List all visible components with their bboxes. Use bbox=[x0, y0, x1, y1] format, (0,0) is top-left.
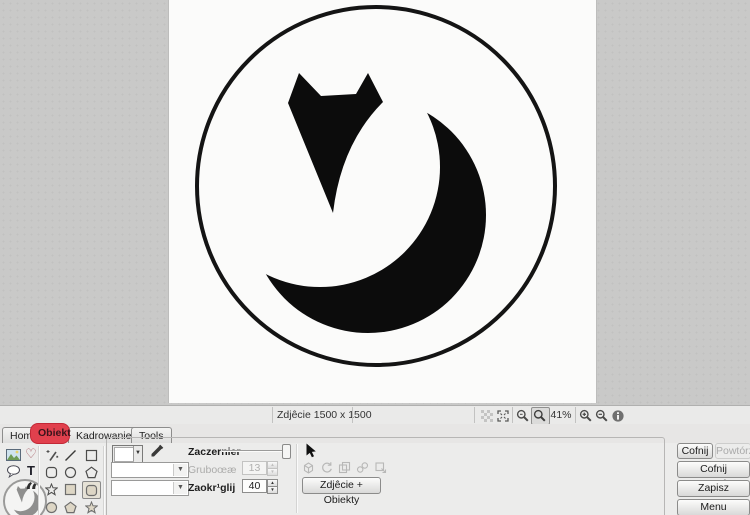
magic-wand-icon[interactable] bbox=[43, 447, 60, 463]
blacken-slider-thumb[interactable] bbox=[282, 444, 291, 459]
redo-button: Powtórz bbox=[715, 443, 750, 459]
star-filled-icon[interactable] bbox=[83, 499, 100, 515]
rounded-square-outline-icon[interactable] bbox=[43, 464, 60, 480]
heart-icon[interactable]: ♡ bbox=[23, 446, 39, 461]
image-canvas[interactable] bbox=[168, 0, 597, 403]
blacken-slider-track[interactable] bbox=[222, 450, 290, 451]
square-filled-icon[interactable] bbox=[62, 481, 79, 497]
zoom-actual-icon[interactable] bbox=[516, 409, 530, 423]
zoom-in-icon[interactable] bbox=[579, 409, 593, 423]
current-color-swatch bbox=[114, 447, 134, 462]
select-cursor-icon[interactable] bbox=[305, 443, 318, 458]
divider bbox=[103, 446, 104, 515]
duplicate-icon bbox=[338, 461, 351, 474]
circle-outline-icon[interactable] bbox=[62, 464, 79, 480]
zoom-out-icon[interactable] bbox=[595, 409, 609, 423]
chevron-down-icon: ▼ bbox=[173, 482, 187, 494]
circle-filled-icon[interactable] bbox=[43, 499, 60, 515]
eyedropper-icon[interactable] bbox=[149, 444, 164, 459]
speech-bubble-icon[interactable] bbox=[5, 464, 21, 478]
status-bar: Zdjêcie 1500 x 1500 41% bbox=[0, 405, 750, 426]
pentagon-outline-icon[interactable] bbox=[83, 464, 100, 480]
line-style-dropdown[interactable]: ▼ bbox=[111, 480, 189, 496]
round-value[interactable]: 40 bbox=[242, 479, 267, 493]
chevron-down-icon: ▼ bbox=[173, 464, 187, 476]
checkerboard-icon[interactable] bbox=[480, 409, 494, 423]
app-window: Zdjêcie 1500 x 1500 41% Home Obiekt Kadr… bbox=[0, 0, 750, 515]
divider bbox=[575, 407, 576, 423]
text-icon[interactable]: T bbox=[23, 463, 39, 478]
photo-plus-objects-button[interactable]: Zdjêcie + Obiekty bbox=[302, 477, 381, 506]
thickness-label: Gruboœæ bbox=[188, 464, 237, 476]
menu-button[interactable]: Menu bbox=[677, 499, 750, 515]
fill-style-dropdown[interactable]: ▼ bbox=[111, 462, 189, 478]
canvas-size-label: Zdjêcie 1500 x 1500 bbox=[277, 409, 372, 421]
photo-icon[interactable] bbox=[5, 448, 21, 462]
undo-button[interactable]: Cofnij bbox=[677, 443, 713, 459]
save-button[interactable]: Zapisz bbox=[677, 480, 750, 497]
blacken-label: Zaczernier bbox=[188, 446, 241, 458]
cat-moon-logo bbox=[195, 5, 557, 367]
rounded-square-filled-icon[interactable] bbox=[82, 481, 101, 499]
square-outline-icon[interactable] bbox=[83, 447, 100, 463]
line-icon[interactable] bbox=[62, 447, 79, 463]
app-logo-badge[interactable]: “ bbox=[3, 479, 47, 515]
fit-screen-icon[interactable] bbox=[496, 409, 510, 423]
quotes-glyph: “ bbox=[25, 479, 39, 506]
divider bbox=[352, 407, 353, 423]
info-icon[interactable] bbox=[611, 409, 625, 423]
divider bbox=[272, 407, 273, 423]
spin-down-icon: ▼ bbox=[267, 468, 278, 476]
logo-crescent bbox=[250, 97, 486, 333]
pentagon-filled-icon[interactable] bbox=[62, 499, 79, 515]
box-icon bbox=[303, 462, 314, 474]
divider bbox=[512, 407, 513, 423]
undo-all-button[interactable]: Cofnij wszystko bbox=[677, 461, 750, 490]
chevron-down-icon[interactable]: ▼ bbox=[133, 446, 142, 461]
rotate-icon bbox=[322, 462, 332, 473]
divider bbox=[474, 407, 475, 423]
star-outline-icon[interactable] bbox=[43, 481, 60, 497]
zoom-level-value: 41% bbox=[550, 409, 572, 421]
thickness-value: 13 bbox=[242, 461, 267, 475]
round-label: Zaokr¹glij bbox=[188, 482, 236, 494]
divider bbox=[38, 446, 39, 515]
spin-down-icon[interactable]: ▼ bbox=[267, 486, 278, 494]
tab-obiekt[interactable]: Obiekt bbox=[30, 423, 71, 444]
workspace bbox=[0, 0, 750, 405]
group-icon bbox=[356, 462, 369, 473]
divider bbox=[296, 444, 297, 513]
layer-icon bbox=[375, 462, 387, 474]
